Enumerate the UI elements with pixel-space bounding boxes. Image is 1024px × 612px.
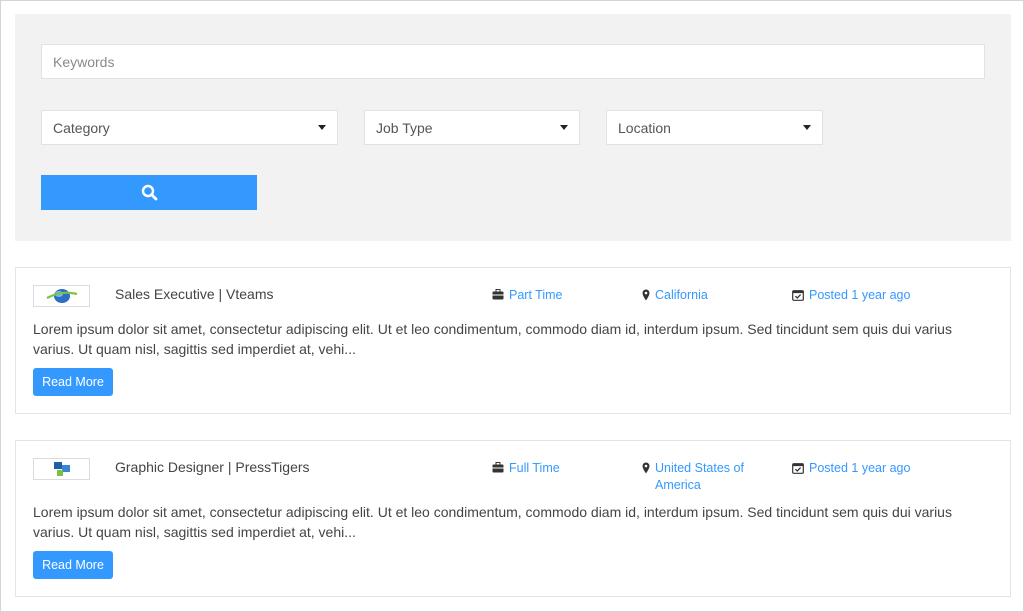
search-button[interactable] — [41, 175, 257, 210]
job-listing-card: Sales Executive | Vteams Part Time Calif… — [15, 267, 1011, 414]
location-select-label: Location — [618, 119, 671, 136]
job-description: Lorem ipsum dolor sit amet, consectetur … — [33, 321, 952, 357]
location-link[interactable]: United States of America — [655, 460, 772, 494]
calendar-check-icon — [792, 290, 804, 301]
calendar-check-icon — [792, 463, 804, 474]
posted-date: Posted 1 year ago — [809, 288, 911, 302]
job-title[interactable]: Graphic Designer | PressTigers — [115, 459, 310, 475]
job-listing-card: Graphic Designer | PressTigers Full Time… — [15, 440, 1011, 597]
posted-date-meta: Posted 1 year ago — [792, 460, 910, 477]
location-link[interactable]: California — [655, 287, 708, 304]
category-select-label: Category — [53, 119, 110, 136]
job-type-select-label: Job Type — [376, 119, 433, 136]
job-type-meta: Full Time — [492, 460, 560, 477]
posted-date-meta: Posted 1 year ago — [792, 287, 910, 304]
read-more-button[interactable]: Read More — [33, 551, 113, 579]
job-title[interactable]: Sales Executive | Vteams — [115, 286, 273, 302]
briefcase-icon — [492, 462, 504, 473]
category-select[interactable]: Category — [41, 110, 338, 145]
job-type-link[interactable]: Part Time — [509, 287, 563, 304]
read-more-button[interactable]: Read More — [33, 368, 113, 396]
caret-down-icon — [803, 125, 811, 130]
posted-date: Posted 1 year ago — [809, 461, 911, 475]
page-frame: Category Job Type Location Sales E — [0, 0, 1024, 612]
keywords-input[interactable] — [41, 44, 985, 79]
map-marker-icon — [642, 289, 650, 301]
job-type-meta: Part Time — [492, 287, 563, 304]
caret-down-icon — [560, 125, 568, 130]
location-meta: California — [642, 287, 772, 304]
search-icon — [141, 184, 157, 201]
map-marker-icon — [642, 462, 650, 474]
company-logo-vteams — [33, 285, 90, 307]
job-search-panel: Category Job Type Location — [15, 14, 1011, 241]
location-select[interactable]: Location — [606, 110, 823, 145]
caret-down-icon — [318, 125, 326, 130]
briefcase-icon — [492, 289, 504, 300]
job-type-select[interactable]: Job Type — [364, 110, 580, 145]
job-type-link[interactable]: Full Time — [509, 460, 560, 477]
company-logo-presstigers — [33, 458, 90, 480]
job-description: Lorem ipsum dolor sit amet, consectetur … — [33, 504, 952, 540]
location-meta: United States of America — [642, 460, 772, 494]
